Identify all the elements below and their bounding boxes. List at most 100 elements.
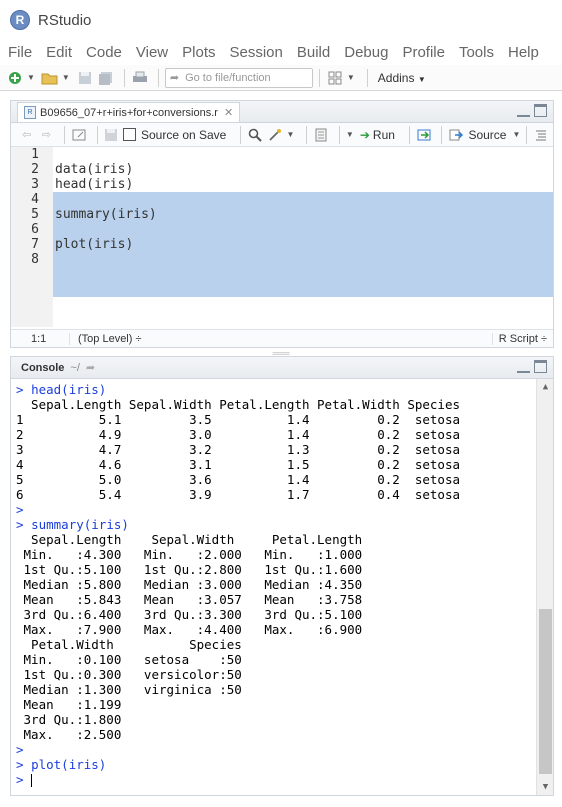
source-editor-pane: R B09656_07+r+iris+for+conversions.r ✕ ⇦… xyxy=(10,100,554,348)
print-icon[interactable] xyxy=(131,70,149,86)
cursor-position: 1:1 xyxy=(31,332,47,345)
console-window-controls xyxy=(517,360,547,373)
goto-file-function-input[interactable]: ➦ Go to file/function xyxy=(164,67,313,88)
menu-build[interactable]: Build xyxy=(297,44,330,61)
file-type-selector[interactable]: R Script ÷ xyxy=(491,332,547,345)
console-output-line: Min. :4.300 Min. :2.000 Min. :1.000 xyxy=(16,547,553,562)
toolbar-divider xyxy=(408,125,410,144)
menu-tools[interactable]: Tools xyxy=(459,44,494,61)
open-folder-icon[interactable] xyxy=(41,70,59,86)
console-text: 5 5.0 3.6 1.4 0.2 setosa xyxy=(16,472,461,487)
magic-wand-icon[interactable] xyxy=(267,127,283,143)
scroll-up-icon[interactable]: ▲ xyxy=(537,379,553,395)
console-output-line: 3rd Qu.:1.800 xyxy=(16,712,553,727)
console-output-line: Median :5.800 Median :3.000 Median :4.35… xyxy=(16,577,553,592)
console-command-line: > summary(iris) xyxy=(16,517,553,532)
menu-plots[interactable]: Plots xyxy=(182,44,215,61)
code-tools-dropdown-icon[interactable]: ▼ xyxy=(286,130,294,139)
source-on-save-checkbox[interactable] xyxy=(123,128,136,141)
menu-help[interactable]: Help xyxy=(508,44,539,61)
minimize-icon[interactable] xyxy=(517,360,530,373)
source-dropdown-icon[interactable]: ▼ xyxy=(512,130,520,139)
editor-tab[interactable]: R B09656_07+r+iris+for+conversions.r ✕ xyxy=(17,102,241,122)
new-file-dropdown-icon[interactable]: ▼ xyxy=(27,73,35,82)
line-number: 1 xyxy=(31,147,39,162)
close-icon[interactable]: ✕ xyxy=(224,106,233,119)
toolbar-divider xyxy=(338,125,340,144)
source-button[interactable]: Source ▼ xyxy=(448,127,520,143)
menu-file[interactable]: File xyxy=(8,44,32,61)
editor-toolbar: ⇦ ⇨ Source on Save ▼ ▼ ➔ Run Source ▼ xyxy=(11,123,553,147)
menu-session[interactable]: Session xyxy=(230,44,283,61)
code-editor[interactable]: 1 2 data(iris) 3 head(iris) 4 5 summary(iris) 6 7… xyxy=(11,147,553,327)
save-editor-icon[interactable] xyxy=(104,127,120,143)
compile-report-icon[interactable] xyxy=(313,127,329,143)
console-text: Max. :7.900 Max. :4.400 Max. :6.900 xyxy=(16,622,363,637)
menu-view[interactable]: View xyxy=(136,44,168,61)
pane-layout-dropdown-icon[interactable]: ▼ xyxy=(347,73,355,82)
rerun-icon[interactable] xyxy=(416,127,432,143)
console-output-line: 3rd Qu.:6.400 3rd Qu.:3.300 3rd Qu.:5.10… xyxy=(16,607,553,622)
forward-icon[interactable]: ⇨ xyxy=(39,127,55,143)
editor-tab-bar: R B09656_07+r+iris+for+conversions.r ✕ xyxy=(11,101,553,123)
console-output-line: 1 5.1 3.5 1.4 0.2 setosa xyxy=(16,412,553,427)
code-line: 3 head(iris) xyxy=(11,177,133,192)
rstudio-logo-icon: R xyxy=(10,10,30,30)
line-number: 5 xyxy=(31,207,39,222)
menu-profile[interactable]: Profile xyxy=(402,44,445,61)
code-text: data(iris) xyxy=(55,162,134,177)
console-title[interactable]: Console xyxy=(21,362,64,374)
console-prompt: > xyxy=(16,382,32,397)
main-toolbar: ▼ ▼ ➦ Go to file/function ▼ Addins ▼ xyxy=(0,65,562,91)
search-icon[interactable] xyxy=(247,127,263,143)
run-options-dropdown-icon[interactable]: ▼ xyxy=(346,130,354,139)
code-line: 8 xyxy=(11,252,55,267)
editor-window-controls xyxy=(517,104,547,117)
save-all-icon[interactable] xyxy=(97,70,115,86)
goto-working-dir-icon[interactable]: ➦ xyxy=(86,361,95,374)
toolbar-divider xyxy=(318,68,320,87)
line-number: 8 xyxy=(31,252,39,267)
goto-arrow-icon: ➦ xyxy=(169,72,180,84)
show-in-window-icon[interactable] xyxy=(71,127,87,143)
code-line: 5 summary(iris) xyxy=(11,207,157,222)
toolbar-divider xyxy=(240,125,242,144)
scroll-down-icon[interactable]: ▼ xyxy=(537,779,553,795)
code-line: 4 xyxy=(11,192,55,207)
open-recent-dropdown-icon[interactable]: ▼ xyxy=(62,73,70,82)
menu-bar: File Edit Code View Plots Session Build Debug Pr… xyxy=(0,40,562,65)
back-icon[interactable]: ⇦ xyxy=(19,127,35,143)
r-file-icon: R xyxy=(24,106,36,119)
run-button[interactable]: ➔ Run xyxy=(360,128,395,142)
scope-selector[interactable]: (Top Level) ÷ xyxy=(69,332,142,345)
addins-menu[interactable]: Addins ▼ xyxy=(378,71,426,85)
new-file-icon[interactable] xyxy=(6,70,24,86)
menu-debug[interactable]: Debug xyxy=(344,44,388,61)
console-command-line: > xyxy=(16,742,553,757)
console-text: 6 5.4 3.9 1.7 0.4 setosa xyxy=(16,487,461,502)
toolbar-divider xyxy=(64,125,66,144)
console-output-line: Mean :1.199 xyxy=(16,697,553,712)
console-scrollbar[interactable]: ▲ ▼ xyxy=(536,379,553,795)
grid-icon[interactable] xyxy=(326,70,344,86)
source-on-save-label: Source on Save xyxy=(140,127,227,142)
maximize-icon[interactable] xyxy=(534,104,547,117)
console-text: Sepal.Length Sepal.Width Petal.Length Pe… xyxy=(16,397,461,412)
console-text: 1st Qu.:5.100 1st Qu.:2.800 1st Qu.:1.60… xyxy=(16,562,363,577)
console-command-line: > xyxy=(16,772,553,787)
save-icon[interactable] xyxy=(76,70,94,86)
minimize-icon[interactable] xyxy=(517,104,530,117)
code-text: plot(iris) xyxy=(55,237,134,252)
console-text: Min. :0.100 setosa :50 xyxy=(16,652,242,667)
toolbar-divider xyxy=(366,68,368,87)
console-text: head(iris) xyxy=(31,382,107,397)
console-output[interactable]: > head(iris) Sepal.Length Sepal.Width Pe… xyxy=(11,379,553,795)
maximize-icon[interactable] xyxy=(534,360,547,373)
console-text: Median :1.300 virginica :50 xyxy=(16,682,242,697)
scrollbar-thumb[interactable] xyxy=(539,609,552,774)
menu-code[interactable]: Code xyxy=(86,44,122,61)
menu-edit[interactable]: Edit xyxy=(46,44,72,61)
outline-icon[interactable] xyxy=(533,127,549,143)
line-number: 7 xyxy=(31,237,39,252)
console-command-line: > head(iris) xyxy=(16,382,553,397)
